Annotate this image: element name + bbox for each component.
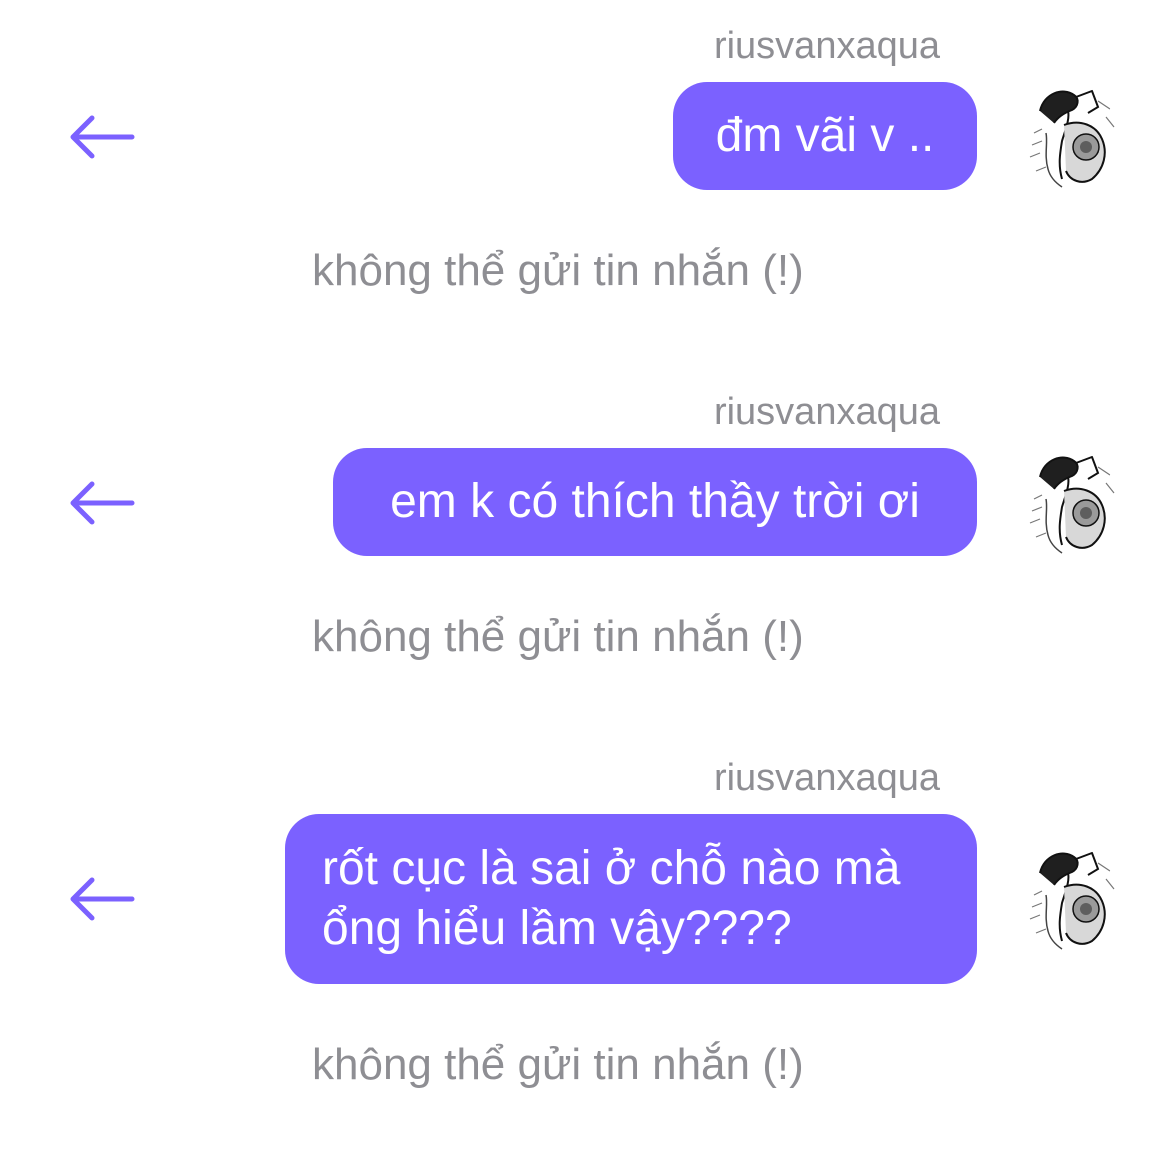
back-arrow-icon[interactable] [68,114,136,160]
message-text: em k có thích thầy trời ơi [390,475,920,528]
send-failed-status[interactable]: không thể gửi tin nhắn (!) [312,244,804,298]
send-failed-status[interactable]: không thể gửi tin nhắn (!) [312,610,804,664]
sender-name: riusvanxaqua [713,757,940,799]
avatar[interactable] [1018,449,1118,559]
message-bubble[interactable]: rốt cục là sai ở chỗ nào mà ổng hiểu lầm… [285,814,977,984]
back-arrow-icon[interactable] [68,480,136,526]
back-arrow-icon[interactable] [68,876,136,922]
avatar[interactable] [1018,845,1118,955]
send-failed-status[interactable]: không thể gửi tin nhắn (!) [312,1038,804,1092]
sender-name: riusvanxaqua [713,25,940,67]
avatar[interactable] [1018,83,1118,193]
avatar-sketch-icon [1018,845,1118,955]
message-bubble[interactable]: đm vãi v .. [673,82,977,190]
avatar-sketch-icon [1018,449,1118,559]
message-text: đm vãi v .. [715,109,935,162]
sender-name: riusvanxaqua [713,391,940,433]
message-text: rốt cục là sai ở chỗ nào mà ổng hiểu lầm… [322,842,901,955]
avatar-sketch-icon [1018,83,1118,193]
message-bubble[interactable]: em k có thích thầy trời ơi [333,448,977,556]
